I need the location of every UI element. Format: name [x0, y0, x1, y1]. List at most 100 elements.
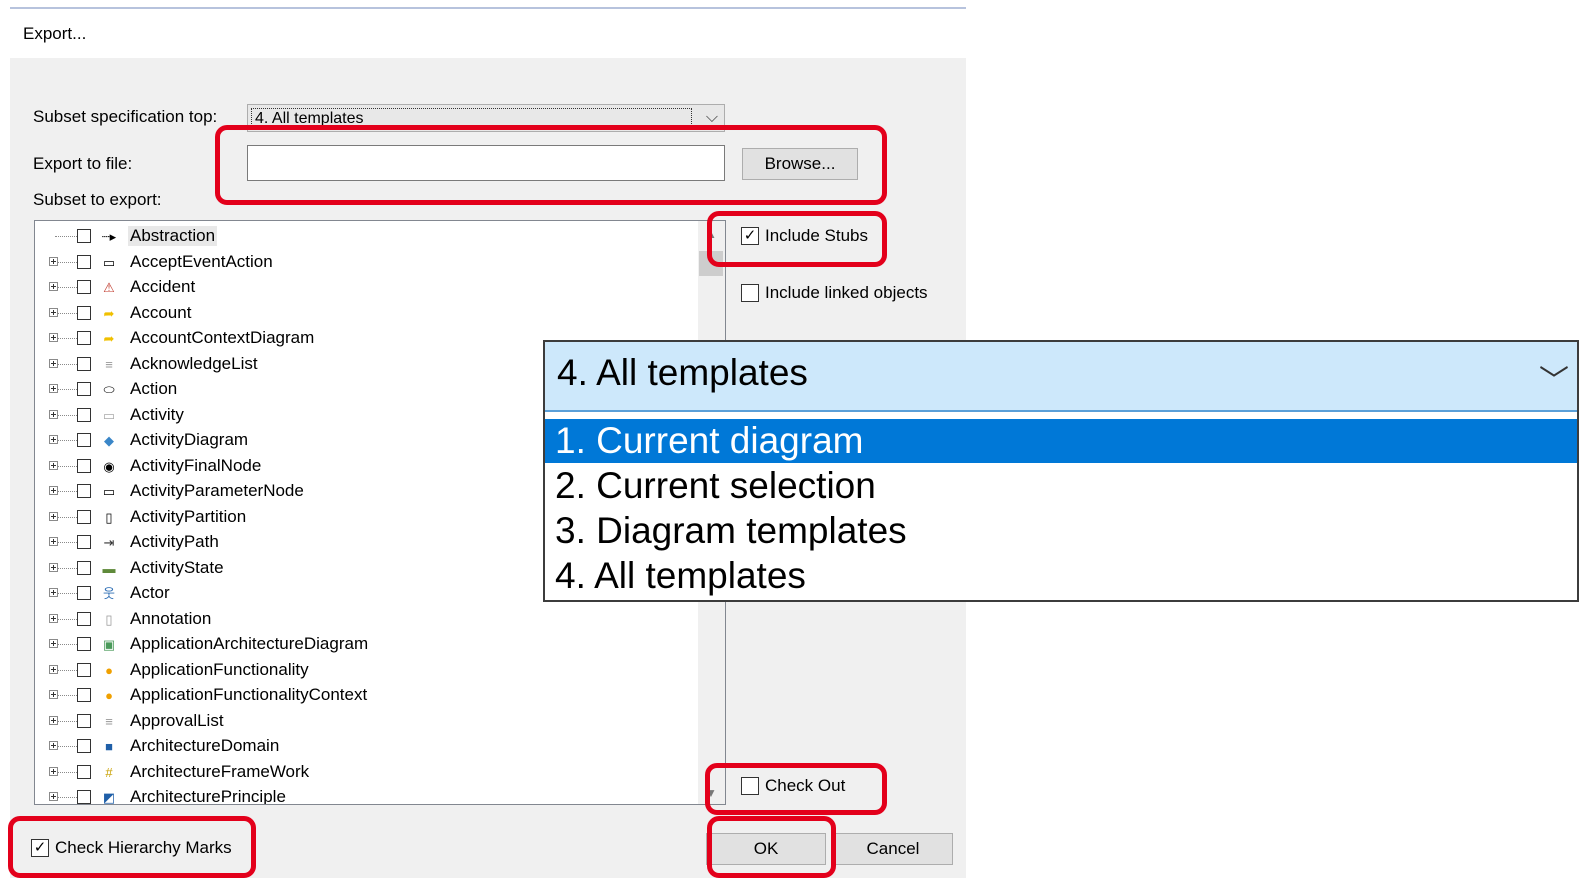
tree-row-checkbox[interactable]	[77, 356, 91, 371]
expand-icon[interactable]	[49, 664, 58, 674]
expand-icon[interactable]	[49, 435, 58, 444]
tree-row-checkbox[interactable]	[77, 458, 91, 473]
tree-row-label: ActivityParameterNode	[130, 481, 304, 500]
tree-row-checkbox[interactable]	[77, 662, 91, 677]
tree-row-checkbox[interactable]	[77, 280, 91, 294]
tree-connector	[55, 542, 77, 543]
tree-row-checkbox[interactable]	[77, 484, 91, 498]
tree-row-checkbox[interactable]	[77, 688, 91, 702]
tree-row[interactable]: ⚠ Accident	[35, 275, 695, 300]
app-functionality-context-icon: ●	[105, 688, 113, 703]
tree-row-checkbox[interactable]	[77, 407, 91, 422]
expand-icon[interactable]	[49, 384, 58, 393]
tree-row-label: ActivityPartition	[130, 506, 247, 526]
chevron-down-icon: ﹀	[1539, 365, 1569, 398]
tree-row-checkbox[interactable]	[77, 560, 91, 575]
tree-row-label: ApprovalList	[130, 710, 224, 730]
expand-icon[interactable]	[49, 562, 58, 572]
dropdown-option[interactable]: 3. Diagram templates	[545, 509, 1577, 553]
tree-row[interactable]: ▣ ApplicationArchitectureDiagram	[35, 632, 695, 657]
actor-icon: 웃	[103, 586, 115, 601]
tree-row-checkbox[interactable]	[77, 331, 91, 345]
tree-row-checkbox[interactable]	[77, 790, 91, 804]
expand-icon[interactable]	[49, 282, 58, 291]
top-divider	[10, 7, 966, 9]
cancel-button[interactable]: Cancel	[833, 833, 953, 865]
action-icon: ⬭	[103, 382, 115, 397]
include-linked-checkbox[interactable]	[741, 284, 759, 302]
subset-spec-label: Subset specification top:	[33, 107, 218, 126]
tree-row-label: Annotation	[130, 608, 212, 628]
annotation-icon: ▯	[105, 611, 113, 627]
tree-row-checkbox[interactable]	[77, 509, 91, 524]
tree-row[interactable]: ▭ AcceptEventAction	[35, 250, 695, 275]
expand-icon[interactable]	[49, 792, 58, 801]
expand-icon[interactable]	[49, 358, 58, 368]
tree-connector	[55, 644, 77, 645]
tree-row[interactable]: ● ApplicationFunctionality	[35, 658, 695, 683]
tree-row-checkbox[interactable]	[77, 229, 91, 243]
tree-row[interactable]: # ArchitectureFrameWork	[35, 760, 695, 785]
list-icon: ≡	[105, 356, 113, 372]
expand-icon[interactable]	[49, 613, 58, 623]
tree-row-checkbox[interactable]	[77, 254, 91, 269]
highlight-export-file	[215, 125, 887, 205]
expand-icon[interactable]	[49, 715, 58, 725]
highlight-check-out	[705, 763, 887, 815]
tree-row-checkbox[interactable]	[77, 611, 91, 626]
tree-row-label: Accident	[130, 277, 196, 296]
app-functionality-icon: ●	[105, 662, 113, 678]
expand-icon[interactable]	[49, 333, 58, 342]
tree-connector	[55, 567, 77, 569]
tree-row-checkbox[interactable]	[77, 586, 91, 600]
tree-row-checkbox[interactable]	[77, 535, 91, 549]
tree-row-checkbox[interactable]	[77, 713, 91, 728]
tree-connector	[55, 491, 77, 492]
tree-row-label: ActivityPath	[130, 532, 219, 551]
expand-icon[interactable]	[49, 486, 58, 495]
dropdown-option[interactable]: 4. All templates	[545, 554, 1577, 598]
account-icon: ➦	[103, 305, 115, 321]
expand-icon[interactable]	[49, 766, 58, 776]
dropdown-option[interactable]: 1. Current diagram	[545, 419, 1577, 463]
tree-connector	[55, 338, 77, 339]
activity-diagram-icon: ◆	[104, 433, 114, 448]
tree-row-checkbox[interactable]	[77, 382, 91, 396]
tree-row-checkbox[interactable]	[77, 433, 91, 447]
tree-connector	[55, 771, 77, 773]
expand-icon[interactable]	[49, 409, 58, 419]
final-node-icon: ◉	[103, 458, 115, 474]
partition-icon: ▯	[105, 509, 113, 525]
tree-row-checkbox[interactable]	[77, 305, 91, 320]
tree-row[interactable]: ┈▸ Abstraction	[35, 224, 695, 249]
tree-row-label: AccountContextDiagram	[130, 328, 315, 347]
expand-icon[interactable]	[49, 690, 58, 699]
expand-icon[interactable]	[49, 639, 58, 648]
path-icon: ⇥	[103, 535, 115, 550]
tree-row[interactable]: ◩ ArchitecturePrinciple	[35, 785, 695, 805]
tree-row[interactable]: ▯ Annotation	[35, 607, 695, 632]
tree-connector	[55, 797, 77, 798]
dropdown-zoom[interactable]: 4. All templates ﹀ 1. Current diagram 2. …	[543, 340, 1579, 602]
expand-icon[interactable]	[49, 588, 58, 597]
expand-icon[interactable]	[49, 741, 58, 750]
tree-row-checkbox[interactable]	[77, 764, 91, 779]
tree-row-checkbox[interactable]	[77, 739, 91, 753]
accident-icon: ⚠	[103, 280, 115, 295]
tree-row[interactable]: ≡ ApprovalList	[35, 709, 695, 734]
expand-icon[interactable]	[49, 460, 58, 470]
tree-connector	[55, 236, 77, 237]
dropdown-option[interactable]: 2. Current selection	[545, 464, 1577, 508]
tree-row-label: Action	[130, 379, 178, 398]
expand-icon[interactable]	[49, 511, 58, 521]
expand-icon[interactable]	[49, 537, 58, 546]
tree-row-checkbox[interactable]	[77, 637, 91, 651]
tree-row[interactable]: ➦ Account	[35, 301, 695, 326]
tree-row-label: ArchitectureFrameWork	[130, 761, 310, 781]
expand-icon[interactable]	[49, 256, 58, 266]
dropdown-selected[interactable]: 4. All templates ﹀	[545, 342, 1577, 412]
tree-row-label: ArchitecturePrinciple	[130, 787, 286, 805]
tree-row[interactable]: ■ ArchitectureDomain	[35, 734, 695, 759]
expand-icon[interactable]	[49, 307, 58, 317]
tree-row[interactable]: ● ApplicationFunctionalityContext	[35, 683, 695, 708]
